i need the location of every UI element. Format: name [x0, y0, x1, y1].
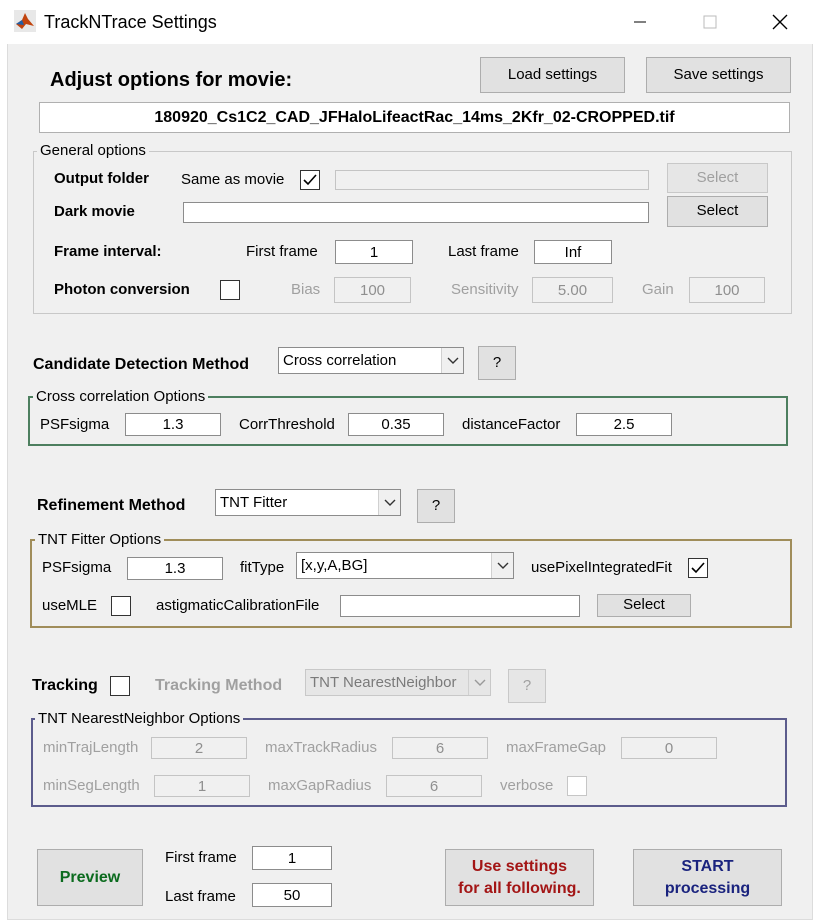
title-bar: TrackNTrace Settings — [0, 0, 817, 44]
tracking-method-value: TNT NearestNeighbor — [310, 674, 457, 691]
maximize-icon[interactable] — [690, 8, 730, 36]
usemle-label: useMLE — [42, 597, 98, 614]
checkmark-icon — [691, 562, 705, 574]
sensitivity-input: 5.00 — [532, 277, 613, 303]
start-line2: processing — [664, 879, 751, 897]
usemle-checkbox[interactable] — [111, 596, 131, 616]
output-folder-label: Output folder — [54, 170, 149, 187]
tracking-checkbox[interactable] — [110, 676, 130, 696]
maxgapradius-input: 6 — [386, 775, 482, 797]
distancefactor-input[interactable]: 2.5 — [576, 413, 672, 436]
preview-first-frame-input[interactable]: 1 — [252, 846, 332, 870]
bias-label: Bias — [291, 281, 321, 298]
fittype-label: fitType — [240, 559, 285, 576]
fittype-value: [x,y,A,BG] — [301, 557, 368, 574]
maxframegap-input: 0 — [621, 737, 717, 759]
nearest-neighbor-options-title: TNT NearestNeighbor Options — [35, 710, 244, 727]
minseglength-label: minSegLength — [43, 777, 140, 794]
chevron-down-icon — [378, 490, 400, 515]
start-processing-button[interactable]: START processing — [633, 849, 782, 906]
start-line1: START — [681, 857, 734, 875]
refinement-help-button[interactable]: ? — [417, 489, 455, 523]
candidate-detection-label: Candidate Detection Method — [33, 356, 250, 373]
dark-movie-select-button[interactable]: Select — [667, 196, 768, 227]
photon-conversion-checkbox[interactable] — [220, 280, 240, 300]
fit-psfsigma-label: PSFsigma — [42, 559, 112, 576]
load-settings-button[interactable]: Load settings — [480, 57, 625, 93]
cc-psfsigma-label: PSFsigma — [40, 416, 110, 433]
frame-interval-label: Frame interval: — [54, 243, 162, 260]
output-folder-field — [335, 170, 649, 190]
chevron-down-icon — [491, 553, 513, 578]
cc-psfsigma-input[interactable]: 1.3 — [125, 413, 221, 436]
gain-label: Gain — [642, 281, 674, 298]
adjust-options-heading: Adjust options for movie: — [50, 69, 293, 91]
minimize-icon[interactable] — [620, 8, 660, 36]
preview-last-frame-input[interactable]: 50 — [252, 883, 332, 907]
refinement-method-value: TNT Fitter — [220, 494, 288, 511]
last-frame-label: Last frame — [448, 243, 519, 260]
matlab-icon — [14, 10, 36, 32]
distancefactor-label: distanceFactor — [462, 416, 561, 433]
maxframegap-label: maxFrameGap — [506, 739, 607, 756]
fittype-dropdown[interactable]: [x,y,A,BG] — [296, 552, 514, 579]
mintrajlength-input: 2 — [151, 737, 247, 759]
first-frame-label: First frame — [246, 243, 318, 260]
corrthreshold-input[interactable]: 0.35 — [348, 413, 444, 436]
usepixelintegratedfit-checkbox[interactable] — [688, 558, 708, 578]
refinement-method-label: Refinement Method — [37, 497, 186, 514]
chevron-down-icon — [468, 670, 490, 695]
last-frame-input[interactable]: Inf — [534, 240, 612, 264]
tracking-method-label: Tracking Method — [155, 677, 283, 694]
general-options-title: General options — [37, 142, 149, 159]
minseglength-input: 1 — [154, 775, 250, 797]
preview-first-frame-label: First frame — [165, 849, 237, 866]
movie-filename-display: 180920_Cs1C2_CAD_JFHaloLifeactRac_14ms_2… — [39, 102, 790, 133]
checkmark-icon — [303, 174, 317, 186]
verbose-label: verbose — [500, 777, 554, 794]
photon-conversion-label: Photon conversion — [54, 281, 190, 298]
mintrajlength-label: minTrajLength — [43, 739, 139, 756]
maxtrackradius-input: 6 — [392, 737, 488, 759]
chevron-down-icon — [441, 348, 463, 373]
astigmatic-calibration-label: astigmaticCalibrationFile — [156, 597, 320, 614]
astigmatic-calibration-field[interactable] — [340, 595, 580, 617]
tracking-label: Tracking — [32, 677, 98, 694]
maxtrackradius-label: maxTrackRadius — [265, 739, 377, 756]
bias-input: 100 — [334, 277, 411, 303]
tracking-help-button: ? — [508, 669, 546, 703]
candidate-help-button[interactable]: ? — [478, 346, 516, 380]
preview-last-frame-label: Last frame — [165, 888, 236, 905]
usepixelintegratedfit-label: usePixelIntegratedFit — [531, 559, 672, 576]
dark-movie-field[interactable] — [183, 202, 649, 223]
use-settings-for-all-button[interactable]: Use settings for all following. — [445, 849, 594, 906]
save-settings-button[interactable]: Save settings — [646, 57, 791, 93]
same-as-movie-checkbox[interactable] — [300, 170, 320, 190]
sensitivity-label: Sensitivity — [451, 281, 519, 298]
window-title: TrackNTrace Settings — [44, 12, 217, 32]
astigmatic-select-button[interactable]: Select — [597, 594, 691, 617]
close-icon[interactable] — [760, 8, 800, 36]
preview-button[interactable]: Preview — [37, 849, 143, 906]
corrthreshold-label: CorrThreshold — [239, 416, 335, 433]
use-settings-line2: for all following. — [458, 879, 581, 897]
output-folder-select-button: Select — [667, 163, 768, 193]
refinement-method-dropdown[interactable]: TNT Fitter — [215, 489, 401, 516]
candidate-method-value: Cross correlation — [283, 352, 397, 369]
cross-correlation-options-title: Cross correlation Options — [33, 388, 209, 405]
first-frame-input[interactable]: 1 — [335, 240, 413, 264]
use-settings-line1: Use settings — [471, 857, 568, 875]
verbose-checkbox — [567, 776, 587, 796]
gain-input: 100 — [689, 277, 765, 303]
candidate-method-dropdown[interactable]: Cross correlation — [278, 347, 464, 374]
tnt-fitter-options-title: TNT Fitter Options — [35, 531, 165, 548]
fit-psfsigma-input[interactable]: 1.3 — [127, 557, 223, 580]
maxgapradius-label: maxGapRadius — [268, 777, 372, 794]
dark-movie-label: Dark movie — [54, 203, 135, 220]
same-as-movie-label: Same as movie — [181, 171, 285, 188]
tracking-method-dropdown: TNT NearestNeighbor — [305, 669, 491, 696]
